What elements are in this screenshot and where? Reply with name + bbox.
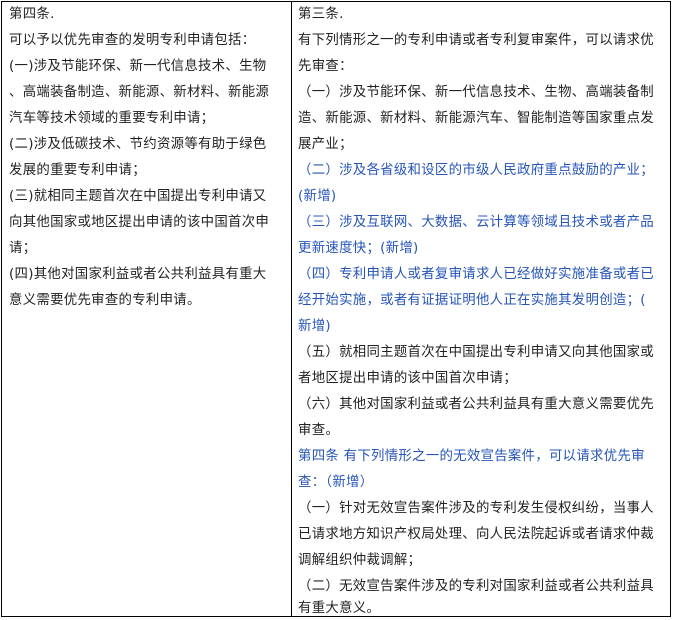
right-line-new: 更新速度快；(新增) — [298, 241, 419, 256]
right-line: 调解组织仲裁调解； — [298, 553, 422, 568]
right-line: 已请求地方知识产权局处理、向人民法院起诉或者请求仲裁 — [298, 527, 654, 542]
left-line: 请； — [9, 241, 37, 256]
right-line-new: （二）涉及各省级和设区的市级人民政府重点鼓励的产业； — [298, 163, 654, 178]
right-line: （一）针对无效宣告案件涉及的专利发生侵权纠纷，当事人 — [298, 501, 654, 516]
left-line: 可以予以优先审查的发明专利申请包括： — [9, 33, 256, 48]
right-line-new: (新增) — [298, 189, 337, 204]
left-line: (四)其他对国家利益或者公共利益具有重大 — [9, 267, 267, 282]
left-line: 向其他国家或地区提出申请的该中国首次申 — [9, 215, 270, 230]
right-line: 有下列情形之一的专利申请或者专利复审案件，可以请求优 — [298, 33, 654, 48]
right-line-new: 新增) — [298, 319, 331, 334]
right-line-new: 查：（新增） — [298, 475, 374, 490]
comparison-table: 第四条. 可以予以优先审查的发明专利申请包括： (一)涉及节能环保、新一代信息技… — [1, 1, 671, 617]
left-line: (二)涉及低碳技术、节约资源等有助于绿色 — [9, 137, 267, 152]
right-line: 先审查： — [298, 59, 353, 74]
right-line: （二）无效宣告案件涉及的专利对国家利益或者公共利益具 — [298, 579, 654, 594]
new-rules-column: 第三条. 有下列情形之一的专利申请或者专利复审案件，可以请求优 先审查： （一）… — [292, 2, 670, 616]
right-line: 者地区提出申请的该中国首次申请； — [298, 371, 518, 386]
right-line: 第三条. — [298, 7, 344, 22]
left-line: 第四条. — [9, 7, 55, 22]
right-line: 造、新能源、新材料、新能源汽车、智能制造等国家重点发 — [298, 111, 654, 126]
right-line: 展产业； — [298, 137, 353, 152]
left-line: (三)就相同主题首次在中国提出专利申请又 — [9, 189, 267, 204]
left-line: (一)涉及节能环保、新一代信息技术、生物 — [9, 59, 267, 74]
left-line: 汽车等技术领域的重要专利申请； — [9, 111, 215, 126]
left-line: 发展的重要专利申请； — [9, 163, 146, 178]
right-line-new: 第四条 有下列情形之一的无效宣告案件，可以请求优先审 — [298, 449, 645, 464]
right-line: （一）涉及节能环保、新一代信息技术、生物、高端装备制 — [298, 85, 654, 100]
right-line: （五）就相同主题首次在中国提出专利申请又向其他国家或 — [298, 345, 654, 360]
right-line: （六）其他对国家利益或者公共利益具有重大意义需要优先 — [298, 397, 654, 412]
right-line-new: （三）涉及互联网、大数据、云计算等领域且技术或者产品 — [298, 215, 654, 230]
right-line: 有重大意义。 — [298, 601, 381, 616]
right-line-new: 经开始实施，或者有证据证明他人正在实施其发明创造；( — [298, 293, 646, 308]
left-line: 意义需要优先审查的专利申请。 — [9, 293, 201, 308]
old-rules-column: 第四条. 可以予以优先审查的发明专利申请包括： (一)涉及节能环保、新一代信息技… — [2, 2, 292, 616]
right-line: 审查。 — [298, 423, 340, 438]
right-line-new: （四）专利申请人或者复审请求人已经做好实施准备或者已 — [298, 267, 654, 282]
left-line: 、高端装备制造、新能源、新材料、新能源 — [9, 85, 270, 100]
